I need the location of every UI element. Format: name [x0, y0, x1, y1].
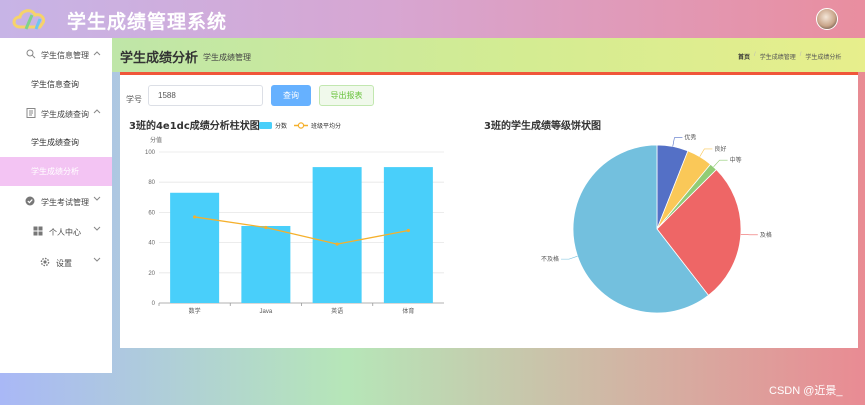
cloud-logo-icon [12, 9, 46, 30]
y-tick-label: 60 [148, 210, 155, 216]
breadcrumb: 首页 / 学生成绩管理 / 学生成绩分析 [738, 52, 841, 61]
top-header: 学生成绩管理系统 [0, 0, 865, 38]
breadcrumb-home[interactable]: 首页 [738, 52, 750, 61]
pie-slice-label: 良好 [714, 145, 726, 153]
legend-label-average: 班级平均分 [311, 122, 341, 130]
average-point[interactable] [264, 225, 268, 230]
content-card: 学号 查询 导出报表 3班的4e1dc成绩分析柱状图 分数 班级平均分 分值 0… [120, 72, 858, 348]
legend-swatch-average-dot [297, 122, 305, 129]
page-subtitle: 学生成绩管理 [203, 53, 251, 62]
sidebar-group-label: 学生信息管理 [41, 51, 89, 60]
sidebar-group-student-info[interactable]: 学生信息管理 [0, 38, 112, 70]
document-icon [26, 108, 36, 118]
sidebar-group-personal-center[interactable]: 个人中心 [0, 216, 112, 247]
sidebar-item-score-analysis[interactable]: 学生成绩分析 [0, 157, 112, 186]
y-tick-label: 0 [152, 301, 156, 307]
bar[interactable] [241, 225, 291, 303]
chevron-up-icon [93, 109, 101, 114]
pie-chart-title: 3班的学生成绩等级饼状图 [484, 119, 601, 132]
check-circle-icon [25, 196, 35, 206]
bar[interactable] [170, 192, 220, 303]
y-tick-label: 40 [148, 241, 155, 247]
sidebar-group-label: 学生成绩查询 [41, 110, 89, 119]
search-icon [26, 49, 36, 59]
gear-icon [40, 257, 50, 267]
legend-swatch-score[interactable] [259, 122, 272, 129]
pie-label-line [713, 159, 728, 168]
pie-slice-label: 中等 [730, 156, 742, 164]
app-title: 学生成绩管理系统 [67, 11, 228, 33]
breadcrumb-separator: / [754, 52, 756, 58]
x-tick-label: Java [260, 309, 273, 315]
page-title: 学生成绩分析 [120, 50, 199, 65]
y-tick-label: 20 [148, 271, 155, 277]
avatar[interactable] [816, 8, 838, 30]
average-point[interactable] [193, 215, 197, 219]
pie-slice-label: 不及格 [541, 255, 559, 263]
charts-area: 3班的4e1dc成绩分析柱状图 分数 班级平均分 分值 0 20 40 60 80 100… [129, 119, 772, 315]
pie-label-line [740, 233, 758, 236]
pie-slice-label: 优秀 [684, 134, 696, 142]
bar-chart: 0 20 40 60 80 100 数学 Java 英语 体育 [145, 150, 444, 315]
pie-label-line [672, 137, 683, 147]
x-tick-label: 数学 [189, 307, 201, 315]
chevron-down-icon [93, 196, 101, 201]
chevron-down-icon [93, 226, 101, 231]
breadcrumb-item[interactable]: 学生成绩管理 [760, 52, 796, 61]
average-point[interactable] [406, 228, 410, 233]
average-line [194, 216, 409, 245]
chevron-down-icon [93, 257, 101, 262]
pie-slice-label: 及格 [760, 231, 772, 239]
bar-chart-title: 3班的4e1dc成绩分析柱状图 [129, 119, 260, 132]
sidebar: 学生信息管理 学生信息查询 学生成绩查询 学生成绩查询 学生成绩分析 学生考试管… [0, 38, 112, 373]
grid-icon [33, 226, 43, 236]
average-point[interactable] [335, 242, 339, 246]
breadcrumb-item: 学生成绩分析 [805, 55, 842, 61]
bar-chart-ylabel: 分值 [150, 136, 162, 144]
y-tick-label: 80 [148, 180, 155, 186]
pie-label-line [699, 148, 713, 157]
pie-chart: 优秀良好中等及格不及格 [541, 134, 772, 314]
sidebar-group-exam-management[interactable]: 学生考试管理 [0, 186, 112, 216]
sidebar-item-score-query[interactable]: 学生成绩查询 [0, 128, 112, 157]
breadcrumb-separator: / [799, 52, 802, 58]
sidebar-group-label: 设置 [56, 259, 72, 268]
sidebar-group-label: 学生考试管理 [41, 198, 89, 207]
sidebar-group-label: 个人中心 [49, 228, 81, 237]
bar[interactable] [383, 167, 433, 303]
chevron-up-icon [93, 51, 101, 56]
csdn-watermark: CSDN @近景_ [769, 385, 843, 397]
legend-label-score: 分数 [275, 122, 287, 130]
sidebar-group-score-query[interactable]: 学生成绩查询 [0, 98, 112, 128]
sidebar-group-settings[interactable]: 设置 [0, 247, 112, 278]
sidebar-item-student-info-query[interactable]: 学生信息查询 [0, 70, 112, 98]
x-tick-label: 体育 [402, 307, 414, 315]
page-header: 学生成绩分析 学生成绩管理 首页 / 学生成绩管理 / 学生成绩分析 [112, 38, 865, 72]
bar[interactable] [312, 167, 362, 303]
pie-label-line [561, 255, 578, 260]
y-tick-label: 100 [145, 150, 156, 156]
x-tick-label: 英语 [331, 307, 343, 315]
